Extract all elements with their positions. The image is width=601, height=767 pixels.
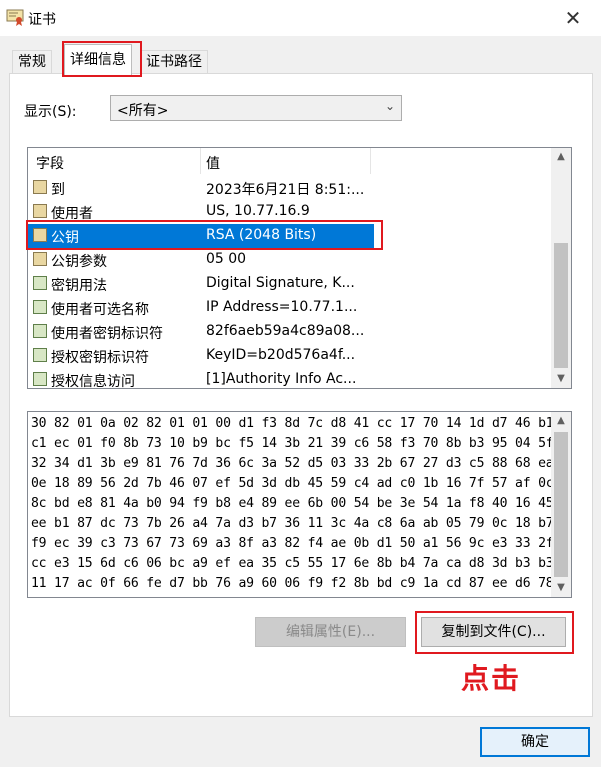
field-icon: [33, 204, 47, 218]
field-name: 使用者密钥标识符: [51, 326, 163, 342]
field-name: 公钥: [51, 230, 79, 246]
title-bar: 证书 ✕: [0, 0, 601, 36]
field-name: 授权信息访问: [51, 374, 135, 389]
hex-line: 11 17 ac 0f 66 fe d7 bb 76 a9 60 06 f9 f…: [31, 576, 572, 591]
window-title: 证书: [28, 12, 56, 28]
list-row[interactable]: 使用者可选名称 IP Address=10.77.1...: [28, 296, 552, 320]
extension-icon: [33, 372, 47, 386]
hex-line: f9 ec 39 c3 73 67 73 69 a3 8f a3 82 f4 a…: [31, 536, 572, 551]
edit-properties-button[interactable]: 编辑属性(E)...: [255, 617, 406, 647]
list-row[interactable]: 公钥参数 05 00: [28, 248, 552, 272]
hex-line: 8c bd e8 81 4a b0 94 f9 b8 e4 89 ee 6b 0…: [31, 496, 572, 511]
field-value: Digital Signature, K...: [206, 275, 355, 291]
certificate-icon: [6, 9, 24, 26]
field-value: US, 10.77.16.9: [206, 203, 310, 219]
field-name: 使用者可选名称: [51, 302, 149, 318]
list-row[interactable]: 使用者 US, 10.77.16.9: [28, 200, 552, 224]
column-header-field[interactable]: 字段: [36, 153, 64, 173]
ok-button[interactable]: 确定: [480, 727, 590, 757]
extension-icon: [33, 276, 47, 290]
scroll-up-icon[interactable]: ▲: [551, 412, 571, 430]
scrollbar-thumb[interactable]: [554, 432, 568, 577]
copy-to-file-button[interactable]: 复制到文件(C)...: [421, 617, 566, 647]
list-scrollbar[interactable]: ▲ ▼: [551, 148, 571, 388]
hex-line: 0e 18 89 56 2d 7b 46 07 ef 5d 3d db 45 5…: [31, 476, 572, 491]
field-icon: [33, 228, 47, 242]
show-label: 显示(S):: [24, 104, 77, 120]
field-value: KeyID=b20d576a4f...: [206, 347, 356, 363]
hex-line: c1 ec 01 f0 8b 73 10 b9 bc f5 14 3b 21 3…: [31, 436, 572, 451]
field-icon: [33, 252, 47, 266]
tab-details[interactable]: 详细信息: [64, 44, 132, 75]
field-value: RSA (2048 Bits): [206, 227, 317, 243]
list-row[interactable]: 授权信息访问 [1]Authority Info Ac...: [28, 368, 552, 389]
close-button[interactable]: ✕: [553, 4, 593, 32]
scrollbar-thumb[interactable]: [554, 243, 568, 368]
list-row[interactable]: 密钥用法 Digital Signature, K...: [28, 272, 552, 296]
show-dropdown-value: <所有>: [117, 103, 169, 119]
extension-icon: [33, 324, 47, 338]
show-dropdown[interactable]: <所有> ⌄: [110, 95, 402, 121]
field-name: 密钥用法: [51, 278, 107, 294]
field-value: IP Address=10.77.1...: [206, 299, 358, 315]
field-name: 到: [51, 182, 65, 198]
hex-line: cc e3 15 6d c6 06 bc a9 ef ea 35 c5 55 1…: [31, 556, 572, 571]
tab-general[interactable]: 常规: [12, 50, 52, 73]
field-name: 使用者: [51, 206, 93, 222]
extension-icon: [33, 300, 47, 314]
list-row[interactable]: 授权密钥标识符 KeyID=b20d576a4f...: [28, 344, 552, 368]
hex-line: 30 82 01 0a 02 82 01 01 00 d1 f3 8d 7c d…: [31, 416, 554, 431]
click-annotation-text: 点击: [461, 662, 522, 695]
field-name: 公钥参数: [51, 254, 107, 270]
column-divider: [200, 148, 201, 174]
chevron-down-icon: ⌄: [384, 99, 395, 113]
close-icon: ✕: [564, 6, 582, 30]
scroll-up-icon[interactable]: ▲: [551, 148, 571, 166]
hex-line: ee b1 87 dc 73 7b 26 a4 7a d3 b7 36 11 3…: [31, 516, 572, 531]
hex-line: 32 34 d1 3b e9 81 76 7d 36 6c 3a 52 d5 0…: [31, 456, 554, 471]
field-value: 05 00: [206, 251, 247, 267]
field-value: [1]Authority Info Ac...: [206, 371, 357, 387]
list-row-selected[interactable]: 公钥 RSA (2048 Bits): [28, 224, 374, 248]
extension-icon: [33, 348, 47, 362]
scroll-down-icon[interactable]: ▼: [551, 370, 571, 388]
tab-certification-path[interactable]: 证书路径: [140, 50, 208, 73]
column-divider: [370, 148, 371, 174]
textbox-scrollbar[interactable]: ▲ ▼: [551, 412, 571, 597]
field-value: 2023年6月21日 8:51:...: [206, 182, 365, 198]
list-header: 字段 值: [28, 148, 552, 174]
list-row[interactable]: 到 2023年6月21日 8:51:...: [28, 176, 552, 200]
field-name: 授权密钥标识符: [51, 350, 149, 366]
field-value: 82f6aeb59a4c89a08...: [206, 323, 365, 339]
list-row[interactable]: 使用者密钥标识符 82f6aeb59a4c89a08...: [28, 320, 552, 344]
value-details-textbox[interactable]: 30 82 01 0a 02 82 01 01 00 d1 f3 8d 7c d…: [27, 411, 572, 598]
field-icon: [33, 180, 47, 194]
scroll-down-icon[interactable]: ▼: [551, 579, 571, 597]
fields-list[interactable]: 字段 值 到 2023年6月21日 8:51:... 使用者 US, 10.77…: [27, 147, 572, 389]
column-header-value[interactable]: 值: [206, 153, 220, 173]
